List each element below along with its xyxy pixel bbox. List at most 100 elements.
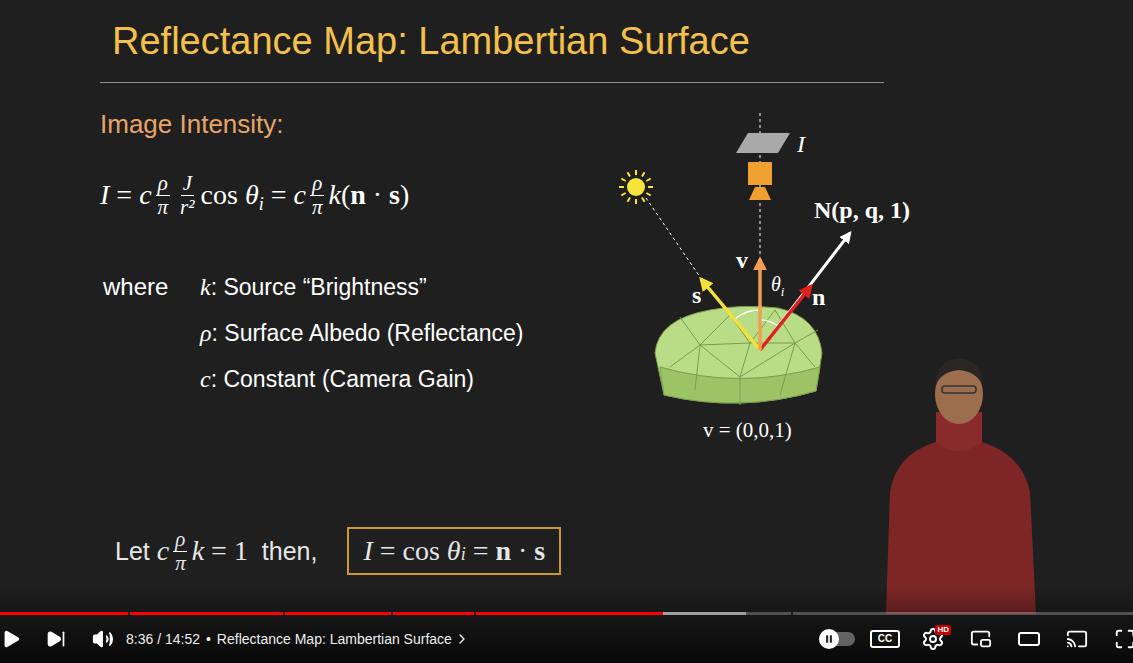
light-ray <box>646 198 700 277</box>
math-operator: · <box>511 535 534 567</box>
source-arrow-icon <box>701 279 760 350</box>
math-variable: I <box>100 179 109 211</box>
math-subscript: i <box>461 544 466 565</box>
incidence-arc <box>760 320 779 327</box>
definition-symbol: ρ <box>200 320 212 346</box>
denominator: r² <box>178 196 196 219</box>
autoplay-toggle[interactable] <box>813 619 861 659</box>
chapter-gap <box>474 612 476 615</box>
definition-symbol: c <box>200 366 211 392</box>
denominator: π <box>173 552 188 575</box>
chapter-gap <box>128 612 130 615</box>
volume-button[interactable] <box>92 619 138 659</box>
math-operator: = cos <box>373 535 447 567</box>
math-operator: ) <box>400 179 409 211</box>
captions-button[interactable]: CC <box>861 619 909 659</box>
view-label: v <box>736 247 748 273</box>
math-variable: k <box>192 535 204 567</box>
skip-next-icon <box>46 629 66 649</box>
math-operator: = <box>264 179 294 211</box>
definition-item: ρ: Surface Albedo (Reflectance) <box>200 320 600 347</box>
math-variable: k <box>328 179 340 211</box>
math-variable: c <box>293 179 305 211</box>
play-button[interactable] <box>0 619 46 659</box>
pause-icon <box>824 634 834 644</box>
math-variable: I <box>363 535 372 567</box>
result-box: I = cos θi = n · s <box>347 527 561 575</box>
right-controls: CC HD <box>813 619 1133 659</box>
theater-icon <box>1017 627 1041 651</box>
chevron-right-icon <box>454 631 470 647</box>
chapter-title[interactable]: Reflectance Map: Lambertian Surface <box>217 631 470 647</box>
math-vector: s <box>534 535 545 567</box>
math-operator: = 1 <box>204 535 248 567</box>
chapter-gap <box>791 612 793 615</box>
math-operator: cos <box>201 179 245 211</box>
captions-label: CC <box>870 630 900 648</box>
math-variable: θ <box>245 179 259 211</box>
slide-title-bar: Reflectance Map: Lambertian Surface <box>100 18 884 83</box>
chapter-gap <box>391 612 393 615</box>
view-arrow-icon <box>758 259 762 350</box>
math-operator: = <box>109 179 139 211</box>
miniplayer-icon <box>970 628 992 650</box>
presenter-video <box>866 342 1048 614</box>
math-label: Let <box>115 537 157 566</box>
chapter-gap <box>283 612 285 615</box>
view-value-label: v = (0,0,1) <box>703 418 792 442</box>
numerator: ρ <box>173 528 187 552</box>
fullscreen-icon <box>1114 628 1133 650</box>
angle-label: θi <box>771 273 785 299</box>
source-label: s <box>692 282 701 308</box>
definition-item: c: Constant (Camera Gain) <box>200 366 600 393</box>
progress-played <box>0 612 663 615</box>
math-variable: θ <box>447 535 461 567</box>
image-plane-icon <box>736 133 790 153</box>
source-view-arc <box>735 310 760 319</box>
fraction: ρπ <box>310 172 325 219</box>
progress-bar[interactable] <box>0 612 1133 615</box>
numerator: J <box>181 172 194 196</box>
fraction: Jr² <box>178 172 196 219</box>
next-button[interactable] <box>46 619 92 659</box>
assumption: Let cρπk = 1 then, <box>115 528 317 575</box>
quality-badge: HD <box>935 625 951 635</box>
camera-icon <box>748 162 772 200</box>
where-word: where <box>100 273 200 301</box>
volume-icon <box>92 628 114 650</box>
slide-text-column: Image Intensity:I = cρπJr²cos θi = cρπk(… <box>0 83 600 402</box>
sun-icon <box>619 170 653 204</box>
intensity-equation: I = cρπJr²cos θi = cρπk(n · s) <box>100 167 600 223</box>
definition-symbol: k <box>200 274 211 300</box>
fraction: ρπ <box>156 172 171 219</box>
cast-button[interactable] <box>1053 619 1101 659</box>
cast-icon <box>1066 628 1088 650</box>
denominator: π <box>310 196 325 219</box>
plane-label: I <box>796 131 806 157</box>
separator: • <box>206 631 211 647</box>
numerator: ρ <box>310 172 324 196</box>
normal-label: N(p, q, 1) <box>814 197 910 223</box>
math-vector: s <box>389 179 400 211</box>
miniplayer-button[interactable] <box>957 619 1005 659</box>
lambertian-diagram: IN(p, q, 1)vsθinv = (0,0,1) <box>600 105 950 455</box>
math-operator: ( <box>341 179 350 211</box>
toggle-knob <box>819 629 839 649</box>
fraction: ρπ <box>173 528 188 575</box>
definition-list: wherek: Source “Brightness” ρ: Surface Al… <box>100 264 600 402</box>
toggle-track <box>819 632 855 646</box>
unit-normal-arrow-icon <box>760 286 811 350</box>
math-operator: = <box>466 535 496 567</box>
fullscreen-button[interactable] <box>1101 619 1133 659</box>
player-controls: 8:36 / 14:52•Reflectance Map: Lambertian… <box>0 585 1133 663</box>
definition-item: k: Source “Brightness” <box>200 274 600 301</box>
time-display: 8:36 / 14:52•Reflectance Map: Lambertian… <box>126 631 470 647</box>
video-player[interactable]: Reflectance Map: Lambertian Surface Image… <box>0 0 1133 663</box>
section-heading: Image Intensity: <box>100 109 600 139</box>
math-variable: c <box>157 535 169 567</box>
normal-arrow-icon <box>760 233 850 350</box>
surface-dome-icon <box>655 306 822 405</box>
settings-button[interactable]: HD <box>909 619 957 659</box>
theater-button[interactable] <box>1005 619 1053 659</box>
math-vector: n <box>495 535 511 567</box>
